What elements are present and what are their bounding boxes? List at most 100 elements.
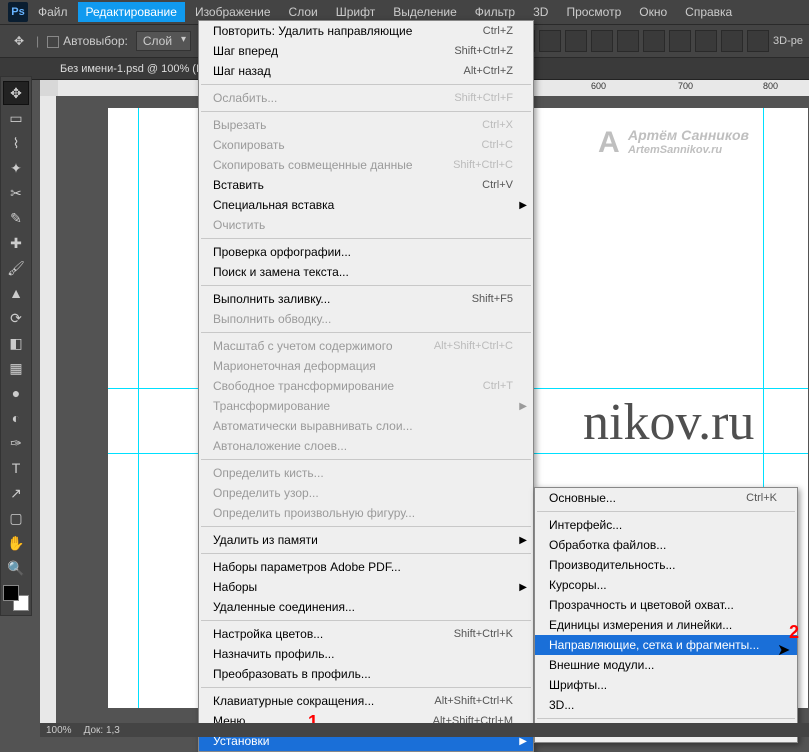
menu-item-label: Настройка цветов... <box>213 627 323 641</box>
align-icon[interactable] <box>539 30 561 52</box>
preferences-submenu[interactable]: Основные...Ctrl+K Интерфейс...Обработка ф… <box>534 487 798 743</box>
menu-separator <box>201 620 531 621</box>
blur-tool[interactable]: ● <box>3 381 29 405</box>
menu-item[interactable]: Наборы параметров Adobe PDF... <box>199 557 533 577</box>
layer-dropdown[interactable]: Слой <box>136 31 191 51</box>
brush-tool[interactable]: 🖌 <box>3 256 29 280</box>
type-tool[interactable]: T <box>3 456 29 480</box>
menu-item: Скопировать совмещенные данныеShift+Ctrl… <box>199 155 533 175</box>
magic-wand-tool[interactable]: ✦ <box>3 156 29 180</box>
align-icon[interactable] <box>747 30 769 52</box>
zoom-level[interactable]: 100% <box>46 725 72 736</box>
eyedropper-tool[interactable]: ✎ <box>3 206 29 230</box>
menu-item[interactable]: Повторить: Удалить направляющиеCtrl+Z <box>199 21 533 41</box>
foreground-color-swatch[interactable] <box>3 585 19 601</box>
menu-view[interactable]: Просмотр <box>558 2 629 22</box>
menu-item[interactable]: Выполнить заливку...Shift+F5 <box>199 289 533 309</box>
menu-item: ВырезатьCtrl+X <box>199 115 533 135</box>
hand-tool[interactable]: ✋ <box>3 531 29 555</box>
doc-size: Док: 1,3 <box>84 725 120 736</box>
menu-item[interactable]: Преобразовать в профиль... <box>199 664 533 684</box>
align-icon[interactable] <box>695 30 717 52</box>
watermark-big: nikov.ru <box>583 393 754 452</box>
align-icon[interactable] <box>721 30 743 52</box>
menu-help[interactable]: Справка <box>677 2 740 22</box>
menu-layers[interactable]: Слои <box>281 2 326 22</box>
menu-item[interactable]: Шаг впередShift+Ctrl+Z <box>199 41 533 61</box>
align-icon[interactable] <box>643 30 665 52</box>
menu-item[interactable]: Курсоры... <box>535 575 797 595</box>
menu-item-label: Специальная вставка <box>213 198 334 212</box>
menu-separator <box>201 459 531 460</box>
menu-select[interactable]: Выделение <box>385 2 465 22</box>
menu-filter[interactable]: Фильтр <box>467 2 523 22</box>
guide-vertical[interactable] <box>138 108 139 708</box>
menu-3d[interactable]: 3D <box>525 2 556 22</box>
menu-image[interactable]: Изображение <box>187 2 279 22</box>
zoom-tool[interactable]: 🔍 <box>3 556 29 580</box>
menu-item[interactable]: Шрифты... <box>535 675 797 695</box>
align-icon[interactable] <box>591 30 613 52</box>
menu-item[interactable]: Поиск и замена текста... <box>199 262 533 282</box>
align-icon[interactable] <box>565 30 587 52</box>
auto-select-checkbox[interactable]: Автовыбор: <box>47 34 128 48</box>
status-bar: 100% Док: 1,3 <box>40 723 809 737</box>
menu-item[interactable]: ВставитьCtrl+V <box>199 175 533 195</box>
submenu-arrow-icon: ▶ <box>519 200 527 211</box>
menu-window[interactable]: Окно <box>631 2 675 22</box>
align-icon[interactable] <box>617 30 639 52</box>
menu-item[interactable]: Наборы▶ <box>199 577 533 597</box>
stamp-tool[interactable]: ▲ <box>3 281 29 305</box>
menu-edit[interactable]: Редактирование <box>78 2 185 22</box>
edit-menu-dropdown[interactable]: Повторить: Удалить направляющиеCtrl+ZШаг… <box>198 20 534 752</box>
color-swatches[interactable] <box>3 585 29 611</box>
menu-item[interactable]: Обработка файлов... <box>535 535 797 555</box>
menu-item[interactable]: Направляющие, сетка и фрагменты... <box>535 635 797 655</box>
menu-item[interactable]: Внешние модули... <box>535 655 797 675</box>
vertical-ruler[interactable] <box>40 80 56 723</box>
menu-item[interactable]: Проверка орфографии... <box>199 242 533 262</box>
menu-separator <box>201 285 531 286</box>
menu-item[interactable]: Удалить из памяти▶ <box>199 530 533 550</box>
menu-item-label: Прозрачность и цветовой охват... <box>549 598 734 612</box>
menu-item[interactable]: Настройка цветов...Shift+Ctrl+K <box>199 624 533 644</box>
eraser-tool[interactable]: ◧ <box>3 331 29 355</box>
menu-item[interactable]: 3D... <box>535 695 797 715</box>
healing-tool[interactable]: ✚ <box>3 231 29 255</box>
menu-item[interactable]: Клавиатурные сокращения...Alt+Shift+Ctrl… <box>199 691 533 711</box>
menu-item: Очистить <box>199 215 533 235</box>
3d-mode-label: 3D-ре <box>773 35 803 47</box>
menu-type[interactable]: Шрифт <box>328 2 383 22</box>
align-icon[interactable] <box>669 30 691 52</box>
shape-tool[interactable]: ▢ <box>3 506 29 530</box>
menu-item[interactable]: Интерфейс... <box>535 515 797 535</box>
move-tool[interactable]: ✥ <box>3 81 29 105</box>
menu-item: Выполнить обводку... <box>199 309 533 329</box>
menu-item-label: Выполнить заливку... <box>213 292 330 306</box>
menu-item[interactable]: Производительность... <box>535 555 797 575</box>
pen-tool[interactable]: ✑ <box>3 431 29 455</box>
menu-item-label: 3D... <box>549 698 574 712</box>
lasso-tool[interactable]: ⌇ <box>3 131 29 155</box>
path-tool[interactable]: ↗ <box>3 481 29 505</box>
menu-item-label: Выполнить обводку... <box>213 312 331 326</box>
menu-item-label: Автоматически выравнивать слои... <box>213 419 413 433</box>
menu-file[interactable]: Файл <box>30 2 76 22</box>
history-brush-tool[interactable]: ⟳ <box>3 306 29 330</box>
menu-item[interactable]: Шаг назадAlt+Ctrl+Z <box>199 61 533 81</box>
marquee-tool[interactable]: ▭ <box>3 106 29 130</box>
menu-item[interactable]: Удаленные соединения... <box>199 597 533 617</box>
submenu-arrow-icon: ▶ <box>519 401 527 412</box>
crop-tool[interactable]: ✂ <box>3 181 29 205</box>
menu-item[interactable]: Прозрачность и цветовой охват... <box>535 595 797 615</box>
menu-item[interactable]: Специальная вставка ▶ <box>199 195 533 215</box>
menu-item: Трансформирование▶ <box>199 396 533 416</box>
menu-item-label: Шаг вперед <box>213 44 278 58</box>
gradient-tool[interactable]: ▦ <box>3 356 29 380</box>
menu-item[interactable]: Назначить профиль... <box>199 644 533 664</box>
document-tab[interactable]: Без имени-1.psd @ 100% (I <box>52 60 207 78</box>
menu-item[interactable]: Основные...Ctrl+K <box>535 488 797 508</box>
dodge-tool[interactable]: ◐ <box>3 406 29 430</box>
menu-item-label: Автоналожение слоев... <box>213 439 347 453</box>
menu-item[interactable]: Единицы измерения и линейки... <box>535 615 797 635</box>
